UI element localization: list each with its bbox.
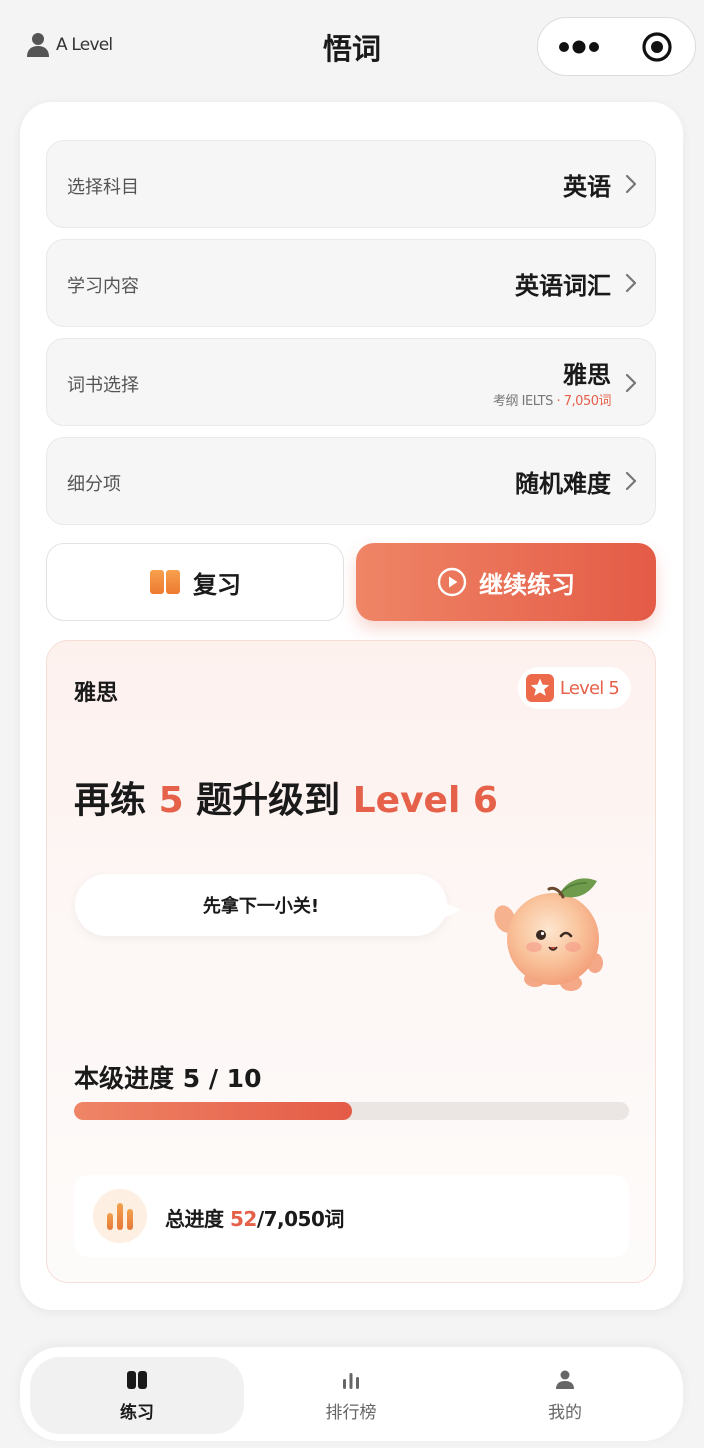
panel-book-name: 雅思 [74,681,119,706]
book-meta-separator: · [556,394,561,409]
top-bar: A Level 悟词 [0,0,704,92]
tab-profile-label: 我的 [548,1403,582,1423]
tab-ranking-label: 排行榜 [325,1403,377,1423]
total-words-done: 52 [229,1207,257,1231]
play-icon [437,567,467,597]
practice-tab-icon [127,1371,147,1389]
level-progress-value: 5 / 10 [182,1064,262,1093]
content-select-row[interactable]: 学习内容 英语词汇 [46,239,656,327]
level-progress-fill [74,1102,352,1120]
total-progress-icon-circle [93,1189,147,1243]
speech-bubble-tail [441,901,461,919]
book-select-label: 词书选择 [67,375,139,396]
speech-bubble-text: 先拿下一小关! [202,896,320,917]
target-level: Level 6 [352,780,498,821]
current-level-badge: Level 5 [517,667,631,709]
main-card: 选择科目 英语 学习内容 英语词汇 词书选择 雅思 考纲 IELTS · 7,0… [20,102,683,1310]
subject-select-value: 英语 [563,173,611,201]
more-icon[interactable] [558,38,602,56]
current-level-text: Level 5 [559,677,620,699]
level-up-headline: 再练 5 题升级到 Level 6 [74,771,498,823]
book-icon [150,570,180,594]
sub-item-select-label: 细分项 [67,474,121,495]
book-exam-label: 考纲 IELTS [493,394,553,409]
level-progress-bar [74,1102,629,1120]
chevron-right-icon [625,273,637,293]
mascot-peach [494,878,603,991]
review-button-label: 复习 [193,570,241,599]
profile-tab-icon [556,1370,574,1389]
level-progress-title: 本级进度 [74,1064,175,1093]
headline-prefix: 再练 [74,780,147,821]
continue-practice-label: 继续练习 [479,570,575,599]
ranking-tab-icon [343,1373,359,1389]
continue-practice-button[interactable]: 继续练习 [356,543,656,621]
book-word-count: 7,050词 [563,394,612,409]
bar-chart-icon [107,1203,133,1230]
content-select-label: 学习内容 [67,276,139,297]
review-button[interactable]: 复习 [46,543,344,621]
total-progress-label: 总进度 [165,1207,224,1231]
sub-item-select-row[interactable]: 细分项 随机难度 [46,437,656,525]
subject-select-label: 选择科目 [67,177,139,198]
book-select-row[interactable]: 词书选择 雅思 考纲 IELTS · 7,050词 [46,338,656,426]
chevron-right-icon [625,471,637,491]
progress-panel: 雅思 Level 5 再练 5 题升级到 Level 6 先拿下一小关! 本级进… [46,640,656,1283]
tab-practice-label: 练习 [120,1403,154,1423]
headline-mid: 题升级到 [196,780,341,821]
bottom-tab-bar: 练习 排行榜 我的 [20,1347,683,1441]
level-progress-label: 本级进度 5 / 10 [74,1059,261,1095]
sub-item-select-value: 随机难度 [515,470,611,498]
star-icon [525,674,554,702]
mini-program-capsule [537,17,696,76]
chevron-right-icon [625,174,637,194]
book-select-meta: 考纲 IELTS · 7,050词 [493,390,611,409]
content-select-value: 英语词汇 [515,272,611,300]
book-select-value: 雅思 [563,361,611,389]
tab-profile[interactable]: 我的 [458,1357,672,1434]
tab-practice[interactable]: 练习 [30,1357,244,1434]
total-words-rest: /7,050词 [256,1207,345,1231]
total-progress-box: 总进度 52/7,050词 [74,1175,629,1257]
tab-ranking[interactable]: 排行榜 [244,1357,458,1434]
target-icon[interactable] [641,31,673,63]
speech-bubble: 先拿下一小关! [75,874,447,936]
subject-select-row[interactable]: 选择科目 英语 [46,140,656,228]
remaining-count: 5 [158,780,184,821]
chevron-right-icon [625,373,637,393]
total-progress-text: 总进度 52/7,050词 [165,1203,344,1232]
